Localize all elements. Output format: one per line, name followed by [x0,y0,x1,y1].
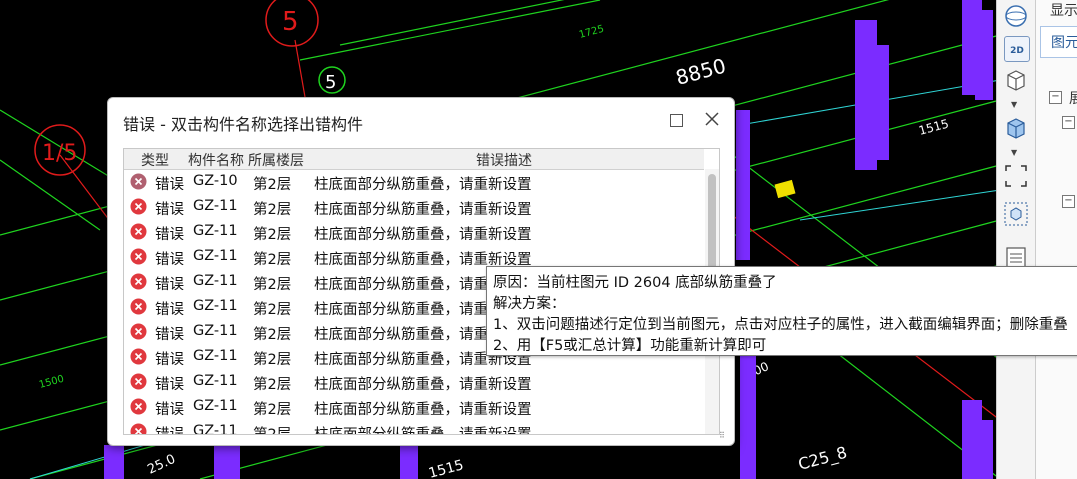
tooltip-step-1: 1、双击问题描述行定位到当前图元，点击对应柱子的属性，进入截面编辑界面；删除重叠 [493,317,1068,333]
resize-grip[interactable]: ⠿ [719,431,725,440]
cell-type: 错误 [155,252,184,268]
axis-label-5: 5 [282,7,299,37]
error-icon [130,173,147,190]
tree-item-label: 展 [1069,91,1077,107]
cad-small-text-7: 25.0 [145,452,178,478]
cell-desc: 柱底面部分纵筋重叠，请重新设置 [314,177,532,193]
cell-floor: 第2层 [253,352,292,368]
list-header: 类型 构件名称 所属楼层 错误描述 [124,149,704,170]
column-header-type[interactable]: 类型 [141,150,169,170]
axis-label-1-5: 1/5 [42,141,77,166]
tooltip-reason: 原因：当前柱图元 ID 2604 底部纵筋重叠了 [493,275,777,291]
cell-floor: 第2层 [253,202,292,218]
cell-floor: 第2层 [253,277,292,293]
cell-type: 错误 [155,202,184,218]
column-header-desc[interactable]: 错误描述 [476,150,532,170]
tooltip-solution-heading: 解决方案： [493,296,566,312]
sphere-icon[interactable] [1002,2,1030,30]
cell-floor: 第2层 [253,302,292,318]
error-icon [130,223,147,240]
tab-display[interactable]: 显示 [1050,0,1077,20]
table-row[interactable]: 错误 GZ-11 第2层 柱底面部分纵筋重叠，请重新设置 [124,419,704,435]
properties-panel: 显示 图元 − 展 − − [1035,0,1077,479]
cell-desc: 柱底面部分纵筋重叠，请重新设置 [314,377,532,393]
error-icon [130,348,147,365]
error-icon [130,248,147,265]
2d-view-icon[interactable]: 2D [1004,36,1030,62]
cell-name: GZ-11 [193,423,238,435]
cell-type: 错误 [155,427,184,435]
error-icon [130,273,147,290]
cell-desc: 柱底面部分纵筋重叠，请重新设置 [314,202,532,218]
table-row[interactable]: 错误 GZ-10 第2层 柱底面部分纵筋重叠，请重新设置 [124,169,704,194]
column-header-floor[interactable]: 所属楼层 [248,150,304,170]
dimension-text: 8850 [673,53,728,89]
cell-name: GZ-11 [193,348,238,364]
table-row[interactable]: 错误 GZ-11 第2层 柱底面部分纵筋重叠，请重新设置 [124,369,704,394]
column-header-name[interactable]: 构件名称 [188,150,244,170]
error-icon [130,423,147,434]
close-icon[interactable] [703,110,721,128]
tab-elements-label: 图元 [1051,35,1077,51]
table-row[interactable]: 错误 GZ-11 第2层 柱底面部分纵筋重叠，请重新设置 [124,394,704,419]
cell-name: GZ-11 [193,298,238,314]
table-row[interactable]: 错误 GZ-11 第2层 柱底面部分纵筋重叠，请重新设置 [124,194,704,219]
select-frame-icon[interactable] [1002,162,1030,190]
cell-type: 错误 [155,352,184,368]
maximize-button[interactable] [670,114,683,127]
error-icon [130,323,147,340]
error-icon [130,298,147,315]
cad-small-text-1: 1500 [38,374,65,391]
cell-type: 错误 [155,377,184,393]
chevron-down-icon[interactable]: ▼ [1011,148,1017,157]
tooltip-step-2: 2、用【F5或汇总计算】功能重新计算即可 [493,338,767,354]
cell-type: 错误 [155,177,184,193]
select-3d-icon[interactable] [1002,200,1030,228]
cell-floor: 第2层 [253,377,292,393]
cell-name: GZ-11 [193,223,238,239]
dialog-title: 错误 - 双击构件名称选择出错构件 [123,115,363,134]
cube-blue-icon[interactable] [1002,114,1030,142]
cell-desc: 柱底面部分纵筋重叠，请重新设置 [314,402,532,418]
cad-small-text-5: 1515 [427,457,466,479]
cell-floor: 第2层 [253,402,292,418]
view-toolbar: 2D ▼ ▼ [996,0,1035,479]
table-row[interactable]: 错误 GZ-11 第2层 柱底面部分纵筋重叠，请重新设置 [124,219,704,244]
cell-floor: 第2层 [253,227,292,243]
cad-small-text-4: 1515 [917,116,950,137]
cell-name: GZ-11 [193,248,238,264]
cell-name: GZ-11 [193,198,238,214]
tab-elements[interactable]: 图元 [1040,26,1077,58]
tree-toggle-2[interactable]: − [1062,116,1075,129]
cell-name: GZ-11 [193,323,238,339]
error-icon [130,398,147,415]
cell-type: 错误 [155,302,184,318]
cell-type: 错误 [155,402,184,418]
cell-name: GZ-11 [193,398,238,414]
cell-floor: 第2层 [253,177,292,193]
error-icon [130,373,147,390]
cell-type: 错误 [155,227,184,243]
cad-small-text-2: 1725 [578,24,605,41]
cell-floor: 第2层 [253,327,292,343]
cell-type: 错误 [155,277,184,293]
cell-name: GZ-11 [193,373,238,389]
cad-small-text-6: C25_8 [796,443,849,475]
cell-floor: 第2层 [253,427,292,435]
cell-floor: 第2层 [253,252,292,268]
tree-toggle-1[interactable]: − [1049,91,1062,104]
tree-toggle-3[interactable]: − [1062,195,1075,208]
error-tooltip: 原因：当前柱图元 ID 2604 底部纵筋重叠了 解决方案： 1、双击问题描述行… [486,266,1077,356]
cell-name: GZ-11 [193,273,238,289]
cell-desc: 柱底面部分纵筋重叠，请重新设置 [314,227,532,243]
cell-type: 错误 [155,327,184,343]
yellow-marker [774,179,796,199]
cube-icon[interactable] [1002,66,1030,94]
axis-label-small-5: 5 [325,72,336,93]
cell-desc: 柱底面部分纵筋重叠，请重新设置 [314,427,532,435]
cell-name: GZ-10 [193,173,238,189]
error-icon [130,198,147,215]
chevron-down-icon[interactable]: ▼ [1011,100,1017,109]
